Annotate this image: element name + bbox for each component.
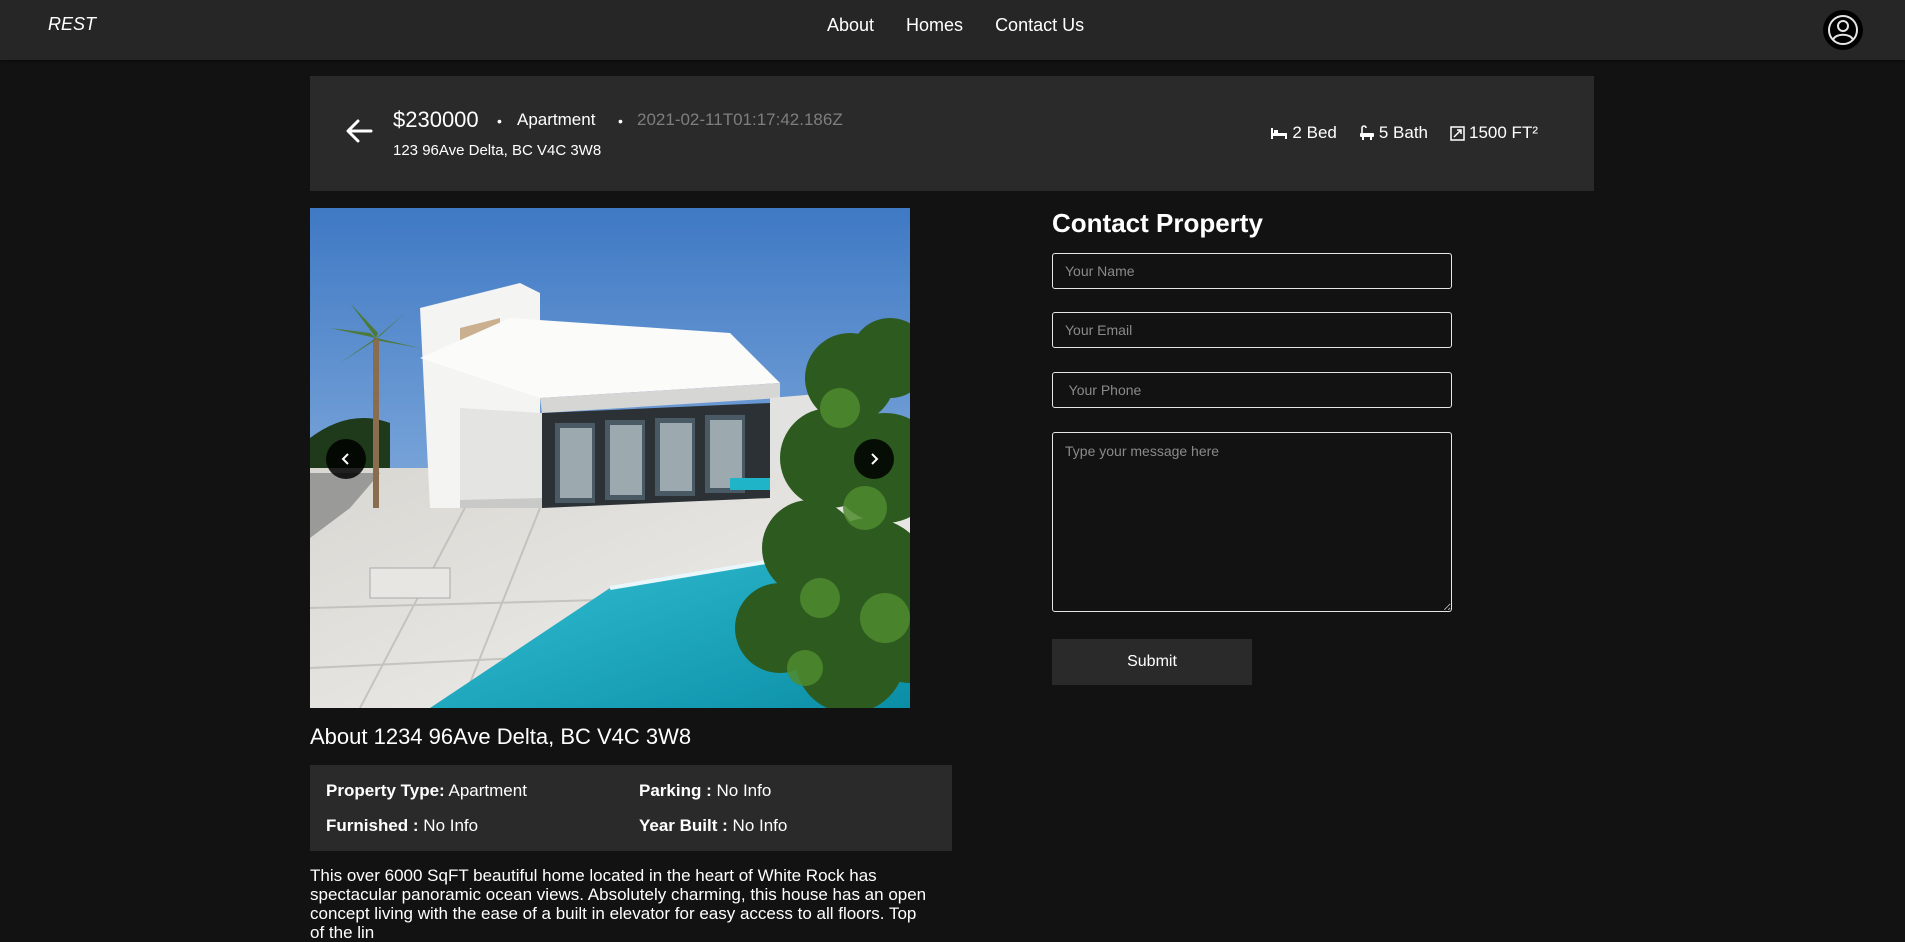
detail-year-built: Year Built : No Info bbox=[639, 816, 787, 836]
top-navbar: REST About Homes Contact Us bbox=[0, 0, 1905, 60]
message-textarea[interactable] bbox=[1052, 432, 1452, 612]
spec-baths-label: 5 Bath bbox=[1378, 123, 1429, 142]
nav-link-contact-us[interactable]: Contact Us bbox=[995, 15, 1084, 36]
detail-value: Apartment bbox=[448, 781, 527, 800]
detail-value: No Info bbox=[732, 816, 788, 835]
bed-icon bbox=[1271, 128, 1288, 139]
detail-value: No Info bbox=[423, 816, 479, 835]
user-avatar-button[interactable] bbox=[1823, 10, 1863, 50]
detail-parking: Parking : No Info bbox=[639, 781, 771, 801]
detail-property-type: Property Type: Apartment bbox=[326, 781, 527, 801]
nav-links: About Homes Contact Us bbox=[827, 15, 1084, 36]
listing-address: 123 96Ave Delta, BC V4C 3W8 bbox=[393, 142, 602, 159]
detail-value: No Info bbox=[716, 781, 772, 800]
spec-area: 1500 FT² bbox=[1450, 123, 1538, 143]
spec-beds-label: 2 Bed bbox=[1292, 123, 1337, 142]
nav-link-about[interactable]: About bbox=[827, 15, 874, 36]
submit-button[interactable]: Submit bbox=[1052, 639, 1252, 685]
detail-label: Furnished : bbox=[326, 816, 419, 835]
name-input[interactable] bbox=[1052, 253, 1452, 289]
detail-furnished: Furnished : No Info bbox=[326, 816, 478, 836]
detail-label: Year Built : bbox=[639, 816, 728, 835]
chevron-right-icon bbox=[871, 453, 879, 465]
carousel-prev-button[interactable] bbox=[326, 439, 366, 479]
area-icon bbox=[1450, 125, 1465, 141]
carousel-next-button[interactable] bbox=[854, 439, 894, 479]
spec-baths: 5 Bath bbox=[1359, 123, 1428, 143]
bathtub-icon bbox=[1359, 125, 1374, 140]
property-photo-carousel bbox=[310, 208, 910, 708]
property-details: Property Type: Apartment Parking : No In… bbox=[310, 765, 952, 851]
phone-input[interactable] bbox=[1052, 372, 1452, 408]
separator-dot: • bbox=[497, 113, 502, 129]
separator-dot: • bbox=[618, 113, 623, 129]
detail-label: Property Type: bbox=[326, 781, 445, 800]
brand-logo[interactable]: REST bbox=[48, 14, 96, 35]
nav-link-homes[interactable]: Homes bbox=[906, 15, 963, 36]
property-description: This over 6000 SqFT beautiful home locat… bbox=[310, 866, 927, 942]
listing-date: 2021-02-11T01:17:42.186Z bbox=[637, 110, 843, 129]
listing-type: Apartment bbox=[517, 110, 596, 129]
listing-price: $230000 bbox=[393, 107, 479, 132]
property-photo bbox=[310, 208, 910, 708]
listing-header: $230000 • Apartment • 2021-02-11T01:17:4… bbox=[310, 76, 1594, 191]
arrow-left-icon[interactable] bbox=[344, 116, 374, 146]
user-icon bbox=[1828, 15, 1858, 45]
contact-heading: Contact Property bbox=[1052, 208, 1263, 238]
chevron-left-icon bbox=[341, 453, 349, 465]
detail-label: Parking : bbox=[639, 781, 712, 800]
about-heading: About 1234 96Ave Delta, BC V4C 3W8 bbox=[310, 724, 692, 749]
email-input[interactable] bbox=[1052, 312, 1452, 348]
listing-specs: 2 Bed 5 Bath 1500 FT² bbox=[1270, 123, 1538, 143]
spec-beds: 2 Bed bbox=[1270, 123, 1337, 143]
spec-area-label: 1500 FT² bbox=[1469, 123, 1538, 142]
